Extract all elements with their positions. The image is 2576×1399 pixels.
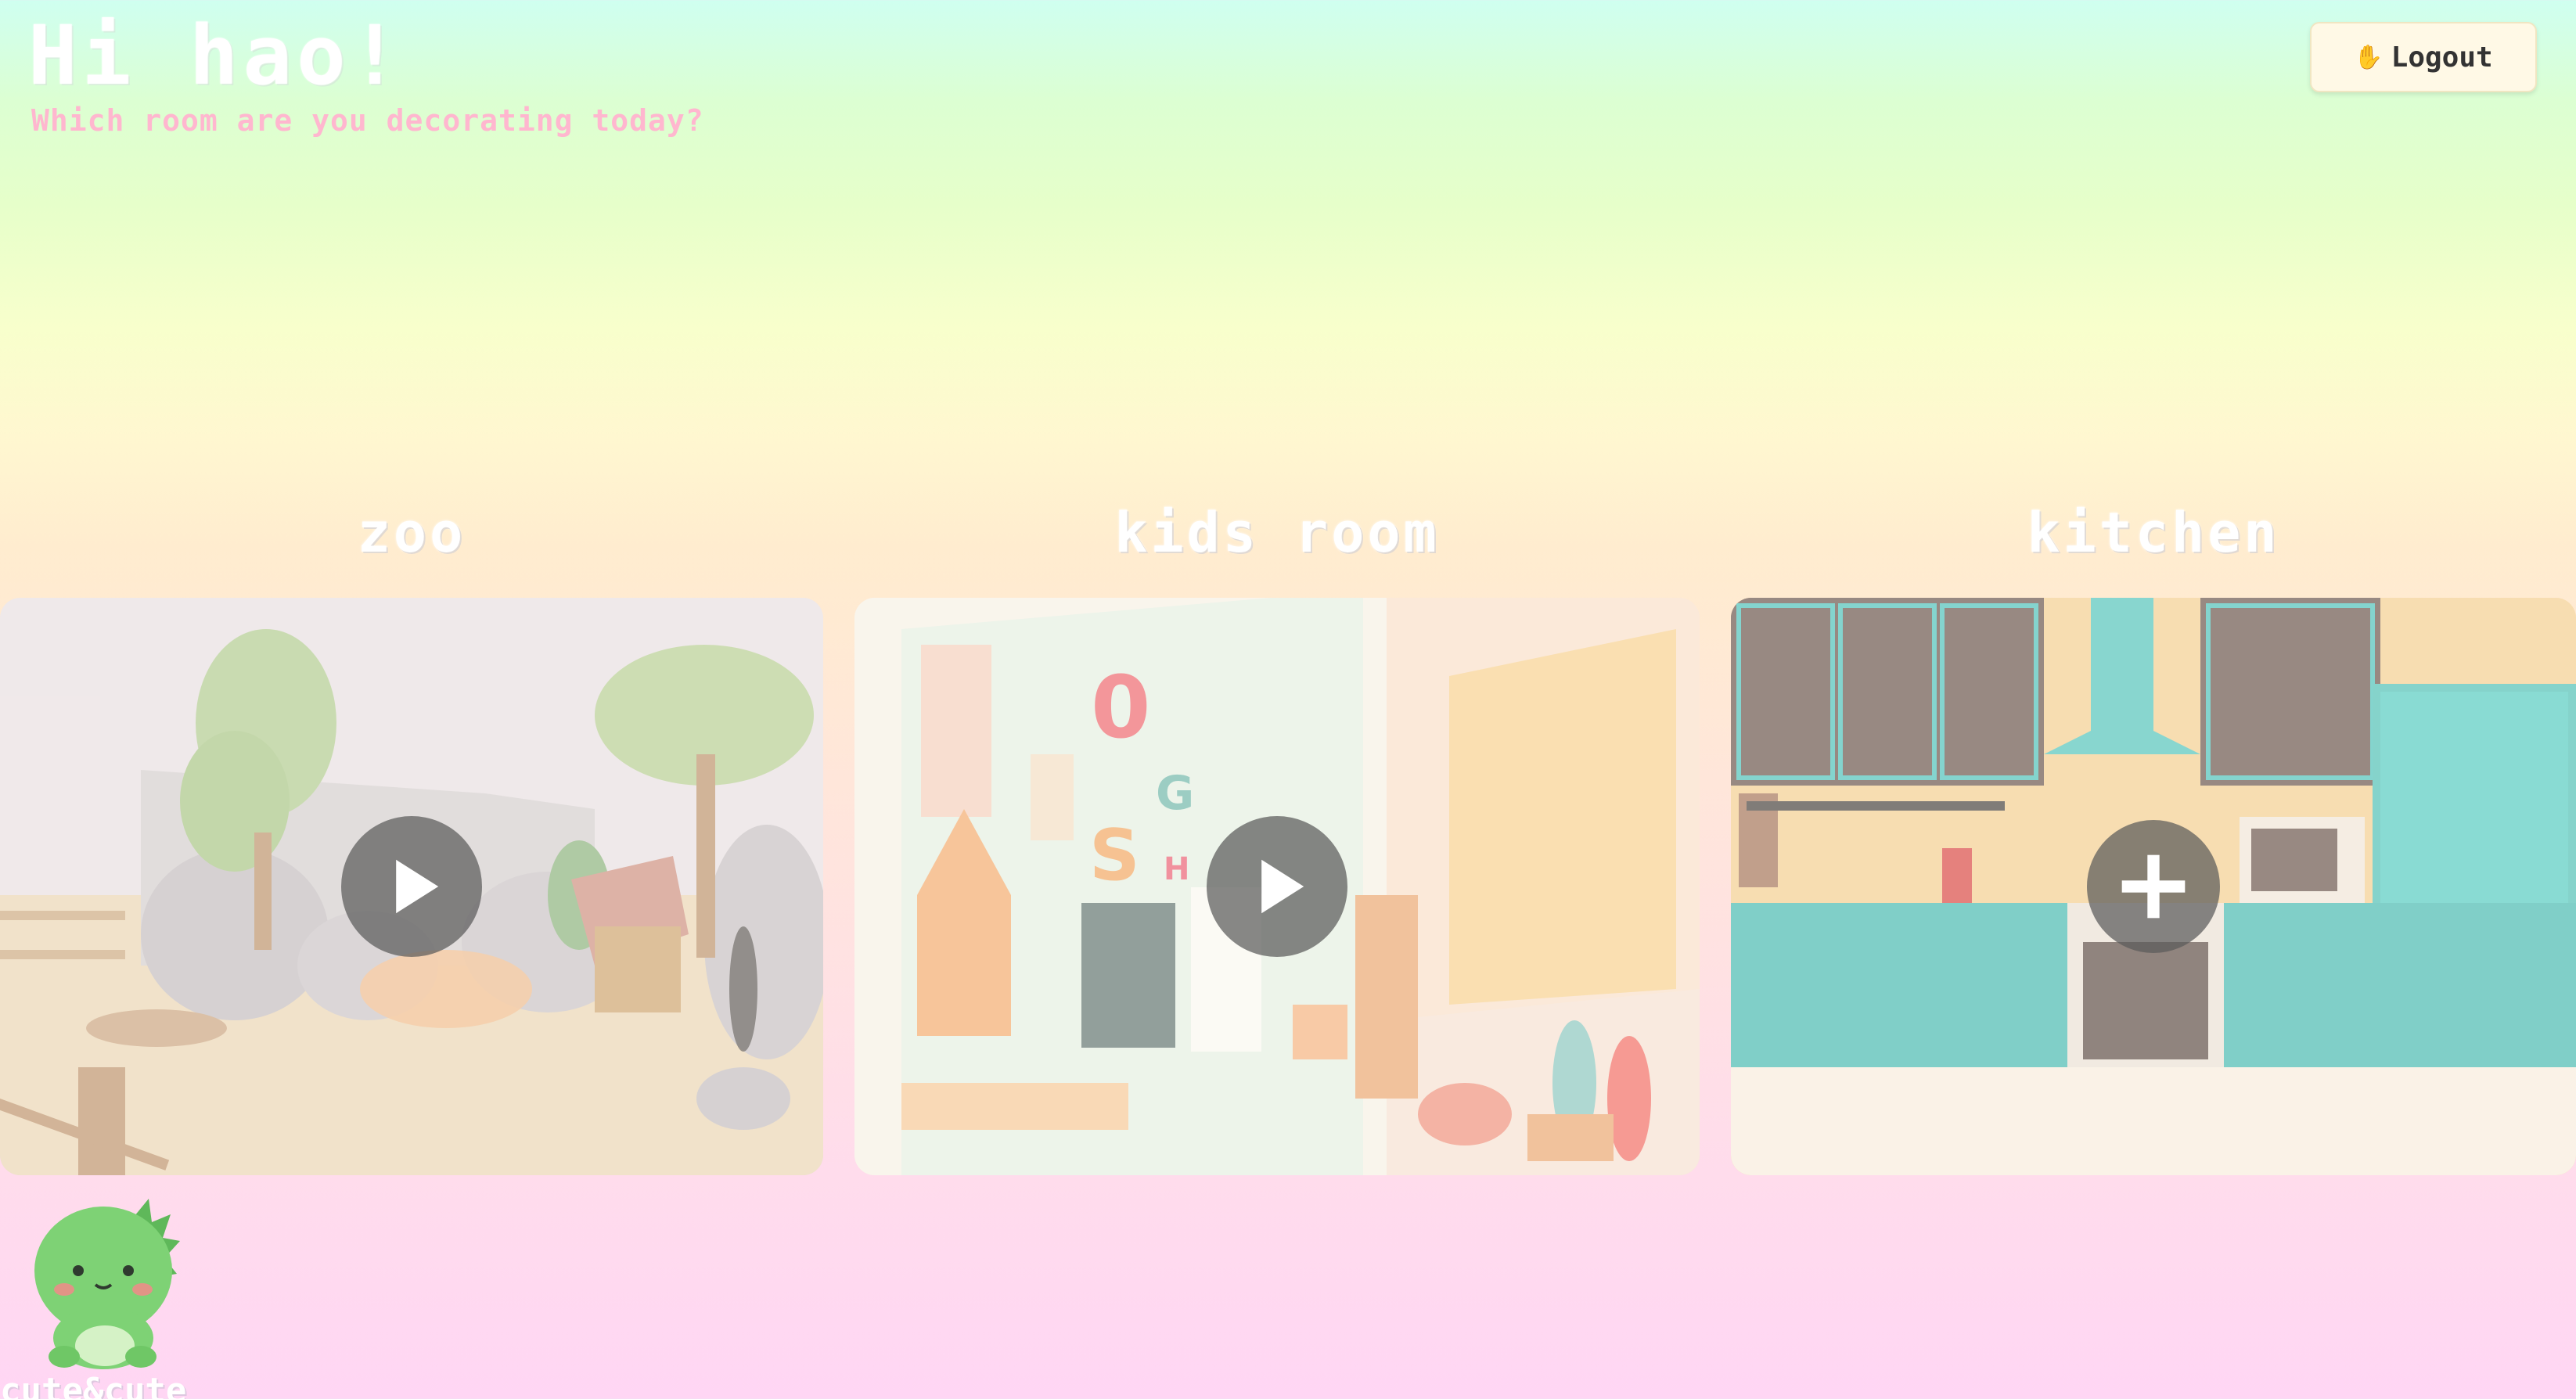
add-button-kitchen[interactable] xyxy=(2087,820,2220,953)
room-card-kitchen[interactable] xyxy=(1731,598,2576,1175)
dinosaur-mascot-icon xyxy=(34,1199,180,1369)
room-card-zoo[interactable] xyxy=(0,598,823,1175)
room-title-kids-room: kids room xyxy=(1114,501,1440,565)
room-title-kitchen: kitchen xyxy=(2027,501,2280,565)
greeting-title: Hi hao! xyxy=(28,8,405,103)
room-card-kids-room[interactable]: 0 G S H xyxy=(854,598,1700,1175)
waving-hand-icon: ✋ xyxy=(2354,43,2384,71)
logout-label: Logout xyxy=(2391,41,2493,74)
brand-logo-text: cute&cute xyxy=(0,1371,187,1399)
play-button-kids-room[interactable] xyxy=(1207,816,1347,957)
play-icon xyxy=(1261,859,1304,914)
logout-button[interactable]: ✋ Logout xyxy=(2310,22,2537,92)
greeting-subtitle: Which room are you decorating today? xyxy=(31,103,704,138)
play-icon xyxy=(396,859,439,914)
play-button-zoo[interactable] xyxy=(341,816,482,957)
room-title-zoo: zoo xyxy=(357,501,466,565)
plus-icon xyxy=(2121,854,2186,919)
